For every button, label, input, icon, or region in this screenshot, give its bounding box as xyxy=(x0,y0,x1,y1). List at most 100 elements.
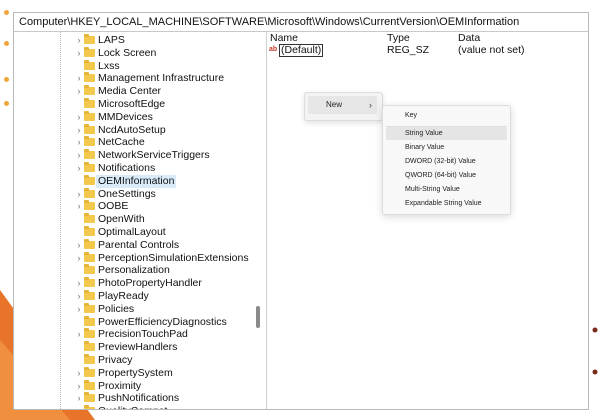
tree-item[interactable]: Personalization xyxy=(14,264,254,277)
chevron-right-icon[interactable]: › xyxy=(75,136,83,149)
chevron-right-icon[interactable]: › xyxy=(75,392,83,405)
tree-item[interactable]: › PushNotifications xyxy=(14,392,254,405)
tree-item[interactable]: › Proximity xyxy=(14,379,254,393)
tree-item[interactable]: OptimalLayout xyxy=(14,226,254,239)
tree-item-label: Personalization xyxy=(98,264,170,277)
tree-item-label: PlayReady xyxy=(98,290,149,302)
address-bar[interactable]: Computer\HKEY_LOCAL_MACHINE\SOFTWARE\Mic… xyxy=(14,13,588,32)
folder-icon xyxy=(84,290,95,300)
column-header-data[interactable]: Data xyxy=(458,32,480,44)
submenu-item-string-value[interactable]: String Value xyxy=(386,127,507,140)
chevron-right-icon[interactable]: › xyxy=(75,124,83,137)
tree-item[interactable]: PreviewHandlers xyxy=(14,341,254,354)
chevron-right-icon[interactable]: › xyxy=(75,111,83,124)
values-pane: Name Type Data ab (Default) REG_SZ (valu… xyxy=(267,32,588,409)
chevron-right-icon[interactable]: › xyxy=(75,328,83,341)
chevron-right-icon[interactable]: › xyxy=(75,72,83,85)
tree-item-label: PushNotifications xyxy=(98,392,180,405)
submenu-item-label: QWORD (64-bit) Value xyxy=(405,172,477,179)
tree-item[interactable]: › Notifications xyxy=(14,162,254,175)
chevron-right-icon[interactable]: › xyxy=(75,239,83,252)
tree-item-label: NetworkServiceTriggers xyxy=(98,149,210,162)
tree-item[interactable]: › QualityCompat xyxy=(14,405,254,409)
tree-item[interactable]: › OneSettings xyxy=(14,187,254,201)
tree-item-label: PreviewHandlers xyxy=(98,341,178,354)
submenu-item-expandable-string-value[interactable]: Expandable String Value xyxy=(386,197,507,210)
tree-item[interactable]: MicrosoftEdge xyxy=(14,98,254,111)
chevron-right-icon[interactable]: › xyxy=(75,290,83,303)
tree-item[interactable]: › PrecisionTouchPad xyxy=(14,328,254,341)
chevron-right-icon[interactable]: › xyxy=(75,34,83,47)
tree-item[interactable]: › OOBE xyxy=(14,200,254,213)
value-type: REG_SZ xyxy=(387,44,430,56)
folder-icon xyxy=(84,277,95,288)
tree-item[interactable]: › Policies xyxy=(14,302,254,316)
folder-icon xyxy=(84,34,95,44)
submenu-item-qword-value[interactable]: QWORD (64-bit) Value xyxy=(386,169,507,182)
chevron-right-icon[interactable]: › xyxy=(75,47,83,60)
tree-item[interactable]: PowerEfficiencyDiagnostics xyxy=(14,315,254,329)
chevron-right-icon[interactable]: › xyxy=(75,303,83,316)
tree-item[interactable]: › Parental Controls xyxy=(14,238,254,252)
tree-item-label: PropertySystem xyxy=(98,366,173,379)
tree-item-label: LAPS xyxy=(98,34,125,46)
folder-icon xyxy=(84,59,95,70)
chevron-right-icon[interactable]: › xyxy=(75,405,83,409)
folder-icon xyxy=(84,162,95,172)
chevron-right-icon[interactable]: › xyxy=(75,200,83,213)
tree-item[interactable]: › PlayReady xyxy=(14,290,254,303)
menu-item-new-label: New xyxy=(326,100,343,109)
folder-icon xyxy=(84,110,95,121)
tree-item-label: Lock Screen xyxy=(98,46,157,59)
submenu-item-dword-value[interactable]: DWORD (32-bit) Value xyxy=(386,155,507,168)
tree-item[interactable]: › NetworkServiceTriggers xyxy=(14,149,254,162)
chevron-right-icon[interactable]: › xyxy=(75,149,83,162)
chevron-right-icon[interactable]: › xyxy=(75,380,83,393)
folder-icon xyxy=(84,149,95,160)
tree-item[interactable]: Privacy xyxy=(14,354,254,367)
tree-item[interactable]: › Media Center xyxy=(14,85,254,98)
tree-item-label: Privacy xyxy=(98,354,133,366)
tree-item[interactable]: Lxss xyxy=(14,59,254,73)
tree-item-label: Parental Controls xyxy=(98,238,180,251)
chevron-right-icon[interactable]: › xyxy=(75,162,83,175)
folder-icon xyxy=(84,405,95,409)
tree-item[interactable]: OpenWith xyxy=(14,213,254,226)
column-header-name[interactable]: Name xyxy=(270,32,298,44)
folder-icon xyxy=(84,174,95,185)
submenu-item-multi-string-value[interactable]: Multi-String Value xyxy=(386,183,507,196)
chevron-right-icon[interactable]: › xyxy=(75,85,83,98)
column-header-type[interactable]: Type xyxy=(387,32,410,44)
tree-item[interactable]: OEMInformation xyxy=(14,174,254,188)
chevron-right-icon[interactable]: › xyxy=(75,252,83,265)
tree-item-label: NetCache xyxy=(98,136,145,149)
string-value-icon: ab xyxy=(269,46,278,53)
tree-item[interactable]: › PropertySystem xyxy=(14,366,254,380)
chevron-right-icon[interactable]: › xyxy=(75,367,83,380)
tree-scrollbar[interactable] xyxy=(256,32,264,409)
submenu-item-label: Multi-String Value xyxy=(405,186,460,193)
tree-item[interactable]: › MMDevices xyxy=(14,110,254,124)
tree-item-label: OptimalLayout xyxy=(98,226,166,238)
submenu-item-label: Expandable String Value xyxy=(405,200,482,207)
tree-item[interactable]: › NcdAutoSetup xyxy=(14,123,254,137)
tree-item[interactable]: › LAPS xyxy=(14,34,254,47)
tree-scrollbar-thumb[interactable] xyxy=(256,306,260,328)
tree-item[interactable]: › NetCache xyxy=(14,136,254,149)
value-name[interactable]: (Default) xyxy=(279,44,324,57)
tree-item[interactable]: › PhotoPropertyHandler xyxy=(14,277,254,290)
tree-item[interactable]: › Lock Screen xyxy=(14,46,254,60)
tree-item[interactable]: › Management Infrastructure xyxy=(14,72,254,85)
submenu-item-key[interactable]: Key xyxy=(386,109,507,122)
menu-item-new[interactable]: New › xyxy=(308,96,377,114)
tree-item-label: MMDevices xyxy=(98,110,153,123)
tree-item-label: Lxss xyxy=(98,59,120,72)
folder-icon xyxy=(84,341,95,352)
value-row-default[interactable]: ab (Default) REG_SZ (value not set) xyxy=(267,44,587,57)
submenu-item-binary-value[interactable]: Binary Value xyxy=(386,141,507,154)
chevron-right-icon[interactable]: › xyxy=(75,277,83,290)
value-data: (value not set) xyxy=(458,44,525,56)
folder-icon xyxy=(84,328,95,339)
tree-item[interactable]: › PerceptionSimulationExtensions xyxy=(14,251,254,265)
chevron-right-icon[interactable]: › xyxy=(75,188,83,201)
